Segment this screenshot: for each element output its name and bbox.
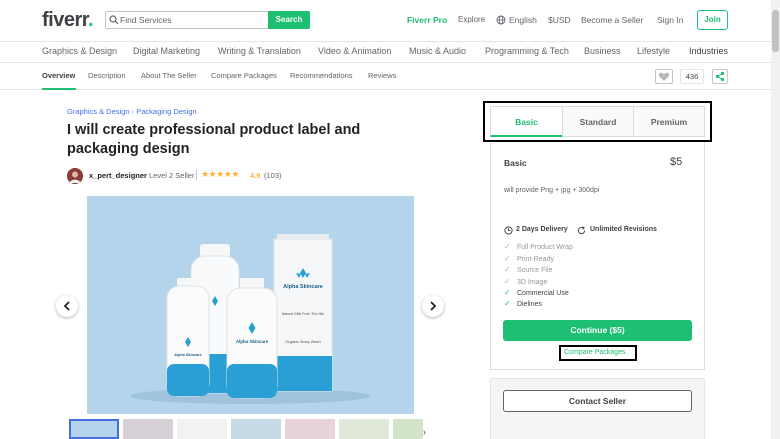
package-description: will provide Png + jpg + 300dpi bbox=[504, 187, 600, 194]
active-tab-indicator bbox=[42, 88, 76, 90]
likes-count: 436 bbox=[680, 69, 704, 84]
check-icon: ✓ bbox=[504, 288, 511, 297]
category-writing-translation[interactable]: Writing & Translation bbox=[218, 46, 301, 56]
package-tab-standard[interactable]: Standard bbox=[562, 106, 634, 137]
thumbnail[interactable] bbox=[231, 419, 281, 439]
box-brand-text: Alpha Skincare bbox=[283, 284, 323, 290]
seller-avatar[interactable] bbox=[67, 168, 83, 184]
box-tagline-text: Natural Gifts From The Nile bbox=[282, 312, 325, 316]
breadcrumb-separator: › bbox=[131, 107, 135, 116]
tab-reviews[interactable]: Reviews bbox=[368, 71, 396, 80]
category-video-animation[interactable]: Video & Animation bbox=[318, 46, 391, 56]
become-seller-link[interactable]: Become a Seller bbox=[581, 15, 643, 25]
seller-level: Level 2 Seller bbox=[149, 171, 195, 180]
share-icon bbox=[715, 71, 725, 82]
thumbnail[interactable] bbox=[285, 419, 335, 439]
thumbnail[interactable] bbox=[123, 419, 173, 439]
check-icon: ✓ bbox=[504, 254, 511, 263]
category-graphics-design[interactable]: Graphics & Design bbox=[42, 46, 117, 56]
tab-about-seller[interactable]: About The Seller bbox=[141, 71, 197, 80]
category-business[interactable]: Business bbox=[584, 46, 621, 56]
breadcrumb-category[interactable]: Graphics & Design bbox=[67, 107, 130, 116]
clock-icon bbox=[504, 226, 513, 235]
category-industries[interactable]: Industries bbox=[689, 46, 728, 56]
globe-icon bbox=[496, 15, 506, 25]
thumbnail[interactable] bbox=[393, 419, 423, 439]
gig-gallery: Alpha Skincare Natural Gifts From The Ni… bbox=[67, 195, 433, 415]
chevron-right-icon[interactable]: › bbox=[423, 427, 426, 437]
package-price: $5 bbox=[670, 156, 683, 168]
delivery-time: 2 Days Delivery bbox=[516, 226, 568, 233]
tab-description[interactable]: Description bbox=[88, 71, 126, 80]
currency-selector[interactable]: $USD bbox=[548, 15, 571, 25]
feature-print-ready: ✓ Print-Ready bbox=[504, 254, 554, 263]
page-scrollbar[interactable] bbox=[771, 0, 780, 439]
bottle-small-brand-text: Alpha Skincare bbox=[174, 353, 201, 357]
thumbnail[interactable] bbox=[339, 419, 389, 439]
fiverr-logo[interactable]: fiverr. bbox=[42, 9, 94, 32]
refresh-icon bbox=[577, 226, 586, 235]
category-programming-tech[interactable]: Programming & Tech bbox=[485, 46, 569, 56]
gallery-next-button[interactable] bbox=[422, 295, 444, 317]
feature-dielines: ✓ Dielines bbox=[504, 299, 542, 308]
product-bottles-image: Alpha Skincare Natural Gifts From The Ni… bbox=[87, 196, 414, 414]
contact-seller-button[interactable]: Contact Seller bbox=[503, 390, 692, 412]
category-digital-marketing[interactable]: Digital Marketing bbox=[133, 46, 200, 56]
thumbnail[interactable] bbox=[69, 419, 119, 439]
package-tab-basic[interactable]: Basic bbox=[490, 106, 563, 137]
gallery-prev-button[interactable] bbox=[56, 295, 78, 317]
gallery-thumbnails: › bbox=[67, 419, 433, 439]
rating-stars: ★★★★★ bbox=[201, 169, 239, 179]
check-icon: ✓ bbox=[504, 299, 511, 308]
save-to-list-button[interactable] bbox=[655, 69, 673, 84]
search-button[interactable]: Search bbox=[268, 11, 310, 29]
breadcrumb: Graphics & Design › Packaging Design bbox=[67, 107, 197, 116]
thumbnail[interactable] bbox=[177, 419, 227, 439]
feature-full-product-wrap: ✓ Full Product Wrap bbox=[504, 242, 573, 251]
share-button[interactable] bbox=[712, 69, 728, 84]
package-tab-premium[interactable]: Premium bbox=[633, 106, 705, 137]
seller-name[interactable]: x_pert_designer bbox=[89, 171, 147, 180]
chevron-left-icon bbox=[63, 301, 70, 311]
fiverr-pro-link[interactable]: Fiverr Pro bbox=[407, 15, 447, 25]
tab-compare-packages[interactable]: Compare Packages bbox=[211, 71, 277, 80]
category-music-audio[interactable]: Music & Audio bbox=[409, 46, 466, 56]
tab-overview[interactable]: Overview bbox=[42, 71, 75, 80]
gig-title: I will create professional product label… bbox=[67, 122, 361, 157]
feature-source-file: ✓ Source File bbox=[504, 265, 553, 274]
category-lifestyle[interactable]: Lifestyle bbox=[637, 46, 670, 56]
explore-link[interactable]: Explore bbox=[458, 15, 485, 24]
bottle-large-brand-text: Alpha Skincare bbox=[236, 339, 269, 344]
join-button[interactable]: Join bbox=[697, 10, 728, 30]
compare-packages-link[interactable]: Compare Packages bbox=[564, 349, 625, 356]
review-count[interactable]: (103) bbox=[264, 171, 282, 180]
tab-recommendations[interactable]: Recommendations bbox=[290, 71, 353, 80]
box-product-text: Organic Body Wash bbox=[285, 339, 320, 344]
package-name: Basic bbox=[504, 158, 527, 168]
search-input[interactable] bbox=[120, 13, 270, 27]
top-header: fiverr. Search Fiverr Pro Explore Englis… bbox=[0, 0, 780, 42]
sign-in-link[interactable]: Sign In bbox=[657, 15, 683, 25]
chevron-right-icon bbox=[430, 301, 437, 311]
search-bar: Search bbox=[105, 11, 310, 29]
search-icon bbox=[109, 15, 119, 25]
check-icon: ✓ bbox=[504, 277, 511, 286]
check-icon: ✓ bbox=[504, 265, 511, 274]
category-menu: Graphics & Design Digital Marketing Writ… bbox=[0, 42, 780, 63]
divider bbox=[196, 170, 197, 180]
scrollbar-thumb[interactable] bbox=[772, 10, 779, 52]
check-icon: ✓ bbox=[504, 242, 511, 251]
feature-3d-image: ✓ 3D Image bbox=[504, 277, 548, 286]
gallery-main-image: Alpha Skincare Natural Gifts From The Ni… bbox=[87, 196, 414, 414]
continue-button[interactable]: Continue ($5) bbox=[503, 320, 692, 341]
feature-commercial-use: ✓ Commercial Use bbox=[504, 288, 569, 297]
revisions-count: Unlimited Revisions bbox=[590, 226, 657, 233]
language-selector[interactable]: English bbox=[509, 15, 537, 25]
heart-icon bbox=[658, 72, 670, 81]
breadcrumb-subcategory[interactable]: Packaging Design bbox=[136, 107, 196, 116]
rating-score: 4.9 bbox=[250, 171, 261, 180]
